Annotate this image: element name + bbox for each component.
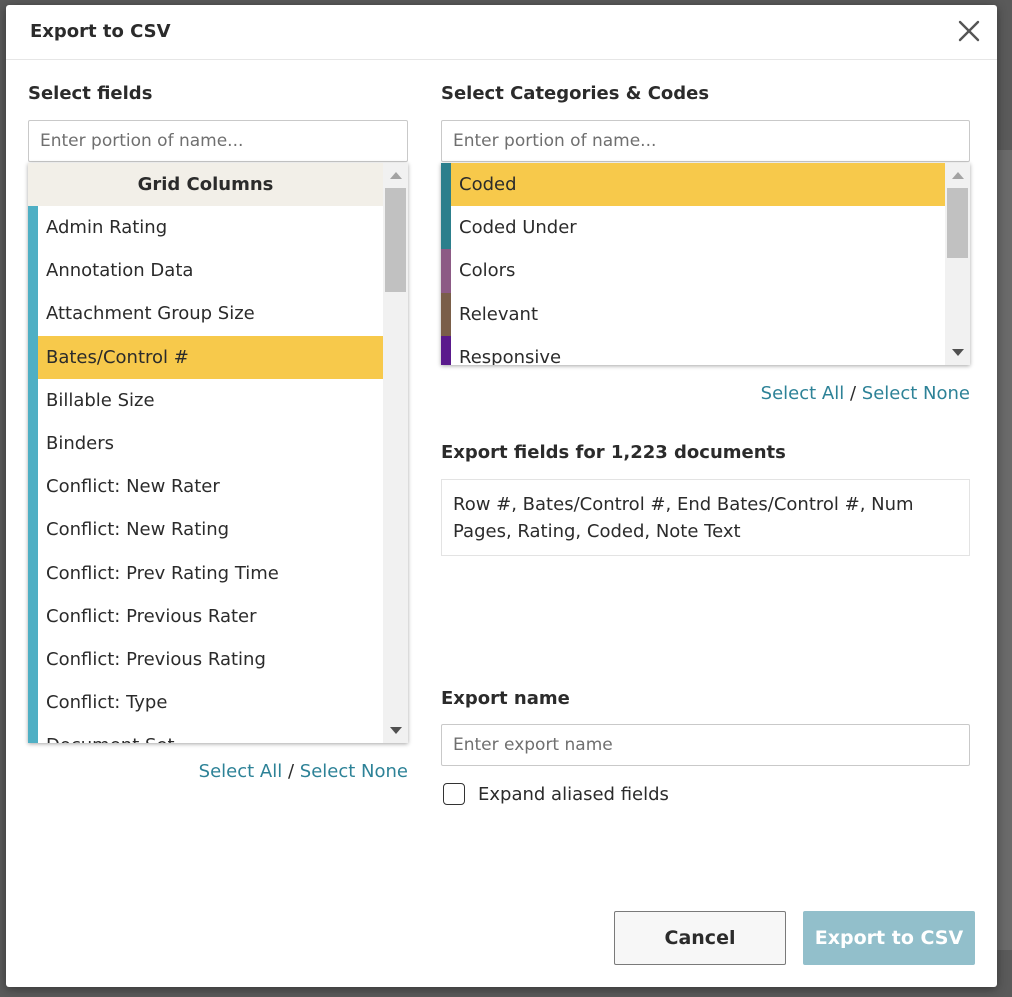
categories-search-input[interactable] [441, 120, 970, 162]
field-label: Conflict: New Rating [46, 519, 230, 541]
scroll-thumb[interactable] [385, 188, 406, 292]
dialog-header: Export to CSV [6, 5, 997, 60]
category-color-bar [441, 335, 451, 365]
expand-aliased-label[interactable]: Expand aliased fields [478, 784, 669, 805]
field-label: Conflict: New Rater [46, 476, 220, 498]
scroll-up-icon[interactable] [952, 172, 964, 179]
close-icon[interactable] [955, 17, 983, 45]
field-accent-bar [28, 249, 38, 293]
field-label: Conflict: Previous Rater [46, 605, 257, 627]
category-label: Coded [459, 174, 517, 195]
field-label: Conflict: Previous Rating [46, 648, 266, 670]
scroll-down-icon[interactable] [952, 349, 964, 356]
field-accent-bar [28, 378, 38, 422]
category-list-item[interactable]: Colors [441, 249, 945, 293]
field-list-item[interactable]: Billable Size [28, 378, 383, 422]
field-accent-bar [28, 681, 38, 725]
export-name-input[interactable] [441, 724, 970, 766]
selected-highlight [451, 163, 945, 207]
export-to-csv-button[interactable]: Export to CSV [803, 911, 975, 965]
export-name-label: Export name [441, 688, 570, 709]
fields-scrollbar[interactable] [383, 163, 408, 743]
field-label: Bates/Control # [46, 346, 189, 368]
export-csv-dialog: Export to CSV Select fields Grid Columns… [6, 5, 997, 987]
field-label: Admin Rating [46, 217, 168, 238]
category-color-bar [441, 292, 451, 336]
export-fields-summary: Row #, Bates/Control #, End Bates/Contro… [441, 479, 970, 556]
field-accent-bar [28, 551, 38, 595]
field-list-item[interactable]: Conflict: Prev Rating Time [28, 551, 383, 595]
category-color-bar [441, 249, 451, 293]
fields-select-all-link[interactable]: Select All [199, 761, 283, 782]
grid-columns-header: Grid Columns [28, 163, 383, 206]
category-label: Relevant [459, 303, 538, 325]
categories-list: Coded Coded Under Colors Relevant Responsive [441, 163, 970, 365]
field-list-item[interactable]: Conflict: Previous Rater [28, 594, 383, 638]
field-accent-bar [28, 335, 38, 379]
field-list-item[interactable]: Document Set [28, 724, 383, 743]
expand-aliased-row: Expand aliased fields [443, 781, 669, 807]
link-separator: / [849, 383, 857, 404]
field-label: Conflict: Type [46, 692, 168, 714]
select-fields-label: Select fields [28, 83, 153, 104]
field-label: Annotation Data [46, 260, 194, 282]
field-accent-bar [28, 637, 38, 682]
expand-aliased-checkbox[interactable] [443, 783, 465, 805]
select-categories-label: Select Categories & Codes [441, 83, 710, 104]
field-list-item[interactable]: Binders [28, 421, 383, 466]
field-accent-bar [28, 508, 38, 552]
scroll-down-icon[interactable] [390, 727, 402, 734]
field-list-item[interactable]: Conflict: Previous Rating [28, 637, 383, 682]
category-label: Responsive [459, 346, 562, 365]
fields-select-none-link[interactable]: Select None [300, 761, 408, 782]
export-fields-label: Export fields for 1,223 documents [441, 442, 786, 463]
field-list-item[interactable]: Admin Rating [28, 206, 383, 250]
field-list-item[interactable]: Bates/Control # [28, 335, 383, 379]
categories-scrollbar[interactable] [945, 163, 970, 365]
category-label: Coded Under [459, 217, 577, 239]
field-list-item[interactable]: Conflict: New Rating [28, 508, 383, 552]
field-list-item[interactable]: Attachment Group Size [28, 292, 383, 336]
fields-search-input[interactable] [28, 120, 408, 162]
field-list-item[interactable]: Conflict: New Rater [28, 465, 383, 509]
field-label: Billable Size [46, 389, 155, 411]
field-list-item[interactable]: Conflict: Type [28, 681, 383, 725]
category-list-item[interactable]: Responsive [441, 335, 945, 365]
field-label: Conflict: Prev Rating Time [46, 562, 279, 584]
field-accent-bar [28, 421, 38, 466]
category-color-bar [441, 206, 451, 250]
field-label: Document Set [46, 735, 175, 743]
category-label: Colors [459, 260, 516, 282]
categories-select-links: Select All / Select None [441, 383, 970, 404]
field-label: Binders [46, 432, 115, 454]
category-list-item[interactable]: Coded Under [441, 206, 945, 250]
categories-list-items: Coded Coded Under Colors Relevant Responsive [441, 163, 970, 365]
field-list-item[interactable]: Annotation Data [28, 249, 383, 293]
fields-list-items: Admin Rating Annotation Data Attachment Gr… [28, 206, 408, 743]
fields-list: Grid Columns Admin Rating Annotation Data… [28, 163, 408, 743]
field-label: Attachment Group Size [46, 303, 255, 325]
link-separator: / [287, 761, 295, 782]
fields-select-links: Select All / Select None [28, 761, 408, 782]
category-list-item[interactable]: Coded [441, 163, 945, 207]
category-list-item[interactable]: Relevant [441, 292, 945, 336]
categories-select-all-link[interactable]: Select All [761, 383, 845, 404]
scroll-thumb[interactable] [947, 188, 968, 258]
field-accent-bar [28, 206, 38, 250]
field-accent-bar [28, 724, 38, 743]
cancel-button[interactable]: Cancel [614, 911, 786, 965]
category-color-bar [441, 163, 451, 207]
scroll-up-icon[interactable] [390, 172, 402, 179]
field-accent-bar [28, 594, 38, 638]
categories-select-none-link[interactable]: Select None [862, 383, 970, 404]
field-accent-bar [28, 465, 38, 509]
field-accent-bar [28, 292, 38, 336]
dialog-title: Export to CSV [30, 21, 171, 42]
